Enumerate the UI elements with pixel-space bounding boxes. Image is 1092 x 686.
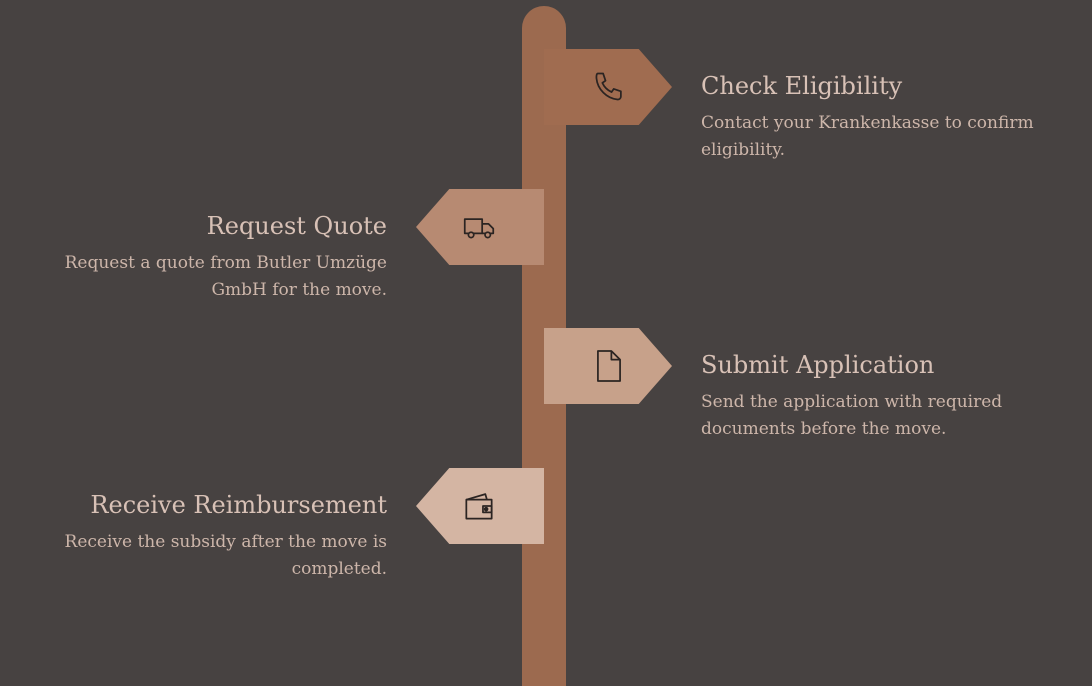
- step-title: Receive Reimbursement: [90, 491, 387, 519]
- wallet-icon: [460, 487, 498, 525]
- sign-receive-reimbursement: [416, 468, 544, 544]
- sign-request-quote: [416, 189, 544, 265]
- phone-icon: [590, 68, 628, 106]
- document-icon: [590, 347, 628, 385]
- truck-icon: [460, 208, 498, 246]
- step-description: Receive the subsidy after the move is co…: [64, 532, 387, 579]
- step-description: Contact your Krankenkasse to confirm eli…: [701, 113, 1034, 160]
- step-request-quote: Request Quote Request a quote from Butle…: [0, 210, 387, 304]
- step-submit-application: Submit Application Send the application …: [701, 349, 1091, 443]
- step-check-eligibility: Check Eligibility Contact your Krankenka…: [701, 70, 1091, 164]
- step-title: Check Eligibility: [701, 72, 903, 100]
- sign-check-eligibility: [544, 49, 672, 125]
- step-description: Send the application with required docum…: [701, 392, 1003, 439]
- step-receive-reimbursement: Receive Reimbursement Receive the subsid…: [0, 489, 387, 583]
- step-title: Submit Application: [701, 351, 935, 379]
- sign-submit-application: [544, 328, 672, 404]
- step-description: Request a quote from Butler Umzüge GmbH …: [64, 253, 387, 300]
- step-title: Request Quote: [206, 212, 387, 240]
